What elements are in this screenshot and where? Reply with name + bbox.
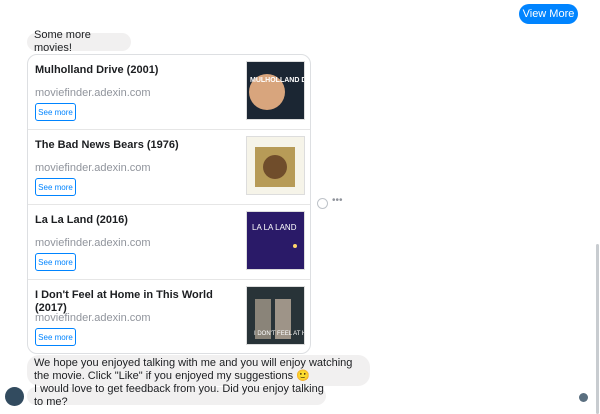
view-more-button[interactable]: View More: [519, 4, 578, 24]
bot-avatar: [5, 387, 24, 406]
svg-text:I DON'T FEEL AT HOME: I DON'T FEEL AT HOME: [254, 331, 305, 337]
card-title: La La Land (2016): [35, 214, 128, 226]
seen-icon: [579, 393, 588, 402]
card-title: Mulholland Drive (2001): [35, 64, 159, 76]
intro-message: Some more movies!: [27, 29, 131, 54]
card-domain: moviefinder.adexin.com: [35, 237, 151, 249]
see-more-button[interactable]: See more: [35, 103, 76, 121]
movie-poster: [246, 136, 305, 195]
movie-poster: LA LA LAND: [246, 211, 305, 270]
card-domain: moviefinder.adexin.com: [35, 87, 151, 99]
smile-icon[interactable]: [317, 198, 328, 209]
movie-poster: MULHOLLAND DR.: [246, 61, 305, 120]
question-message: I would love to get feedback from you. D…: [27, 383, 326, 408]
movie-poster: I DON'T FEEL AT HOME: [246, 286, 305, 345]
card-domain: moviefinder.adexin.com: [35, 162, 151, 174]
movie-card-mulholland[interactable]: Mulholland Drive (2001) moviefinder.adex…: [28, 55, 310, 130]
feedback-message: We hope you enjoyed talking with me and …: [27, 355, 370, 386]
see-more-button[interactable]: See more: [35, 178, 76, 196]
movie-card-bad-news-bears[interactable]: The Bad News Bears (1976) moviefinder.ad…: [28, 130, 310, 205]
card-domain: moviefinder.adexin.com: [35, 312, 151, 324]
see-more-button[interactable]: See more: [35, 253, 76, 271]
card-title: The Bad News Bears (1976): [35, 139, 179, 151]
movie-card-la-la-land[interactable]: La La Land (2016) moviefinder.adexin.com…: [28, 205, 310, 280]
movie-card-dont-feel-home[interactable]: I Don't Feel at Home in This World (2017…: [28, 280, 310, 353]
scrollbar[interactable]: [596, 244, 599, 414]
ellipsis-icon[interactable]: •••: [332, 195, 343, 206]
see-more-button[interactable]: See more: [35, 328, 76, 346]
svg-text:MULHOLLAND DR.: MULHOLLAND DR.: [250, 77, 305, 84]
svg-text:LA LA LAND: LA LA LAND: [252, 223, 297, 232]
intro-text: Some more movies!: [34, 29, 91, 54]
question-text: I would love to get feedback from you. D…: [34, 383, 324, 408]
movie-list: Mulholland Drive (2001) moviefinder.adex…: [27, 54, 311, 354]
feedback-text: We hope you enjoyed talking with me and …: [34, 357, 353, 382]
